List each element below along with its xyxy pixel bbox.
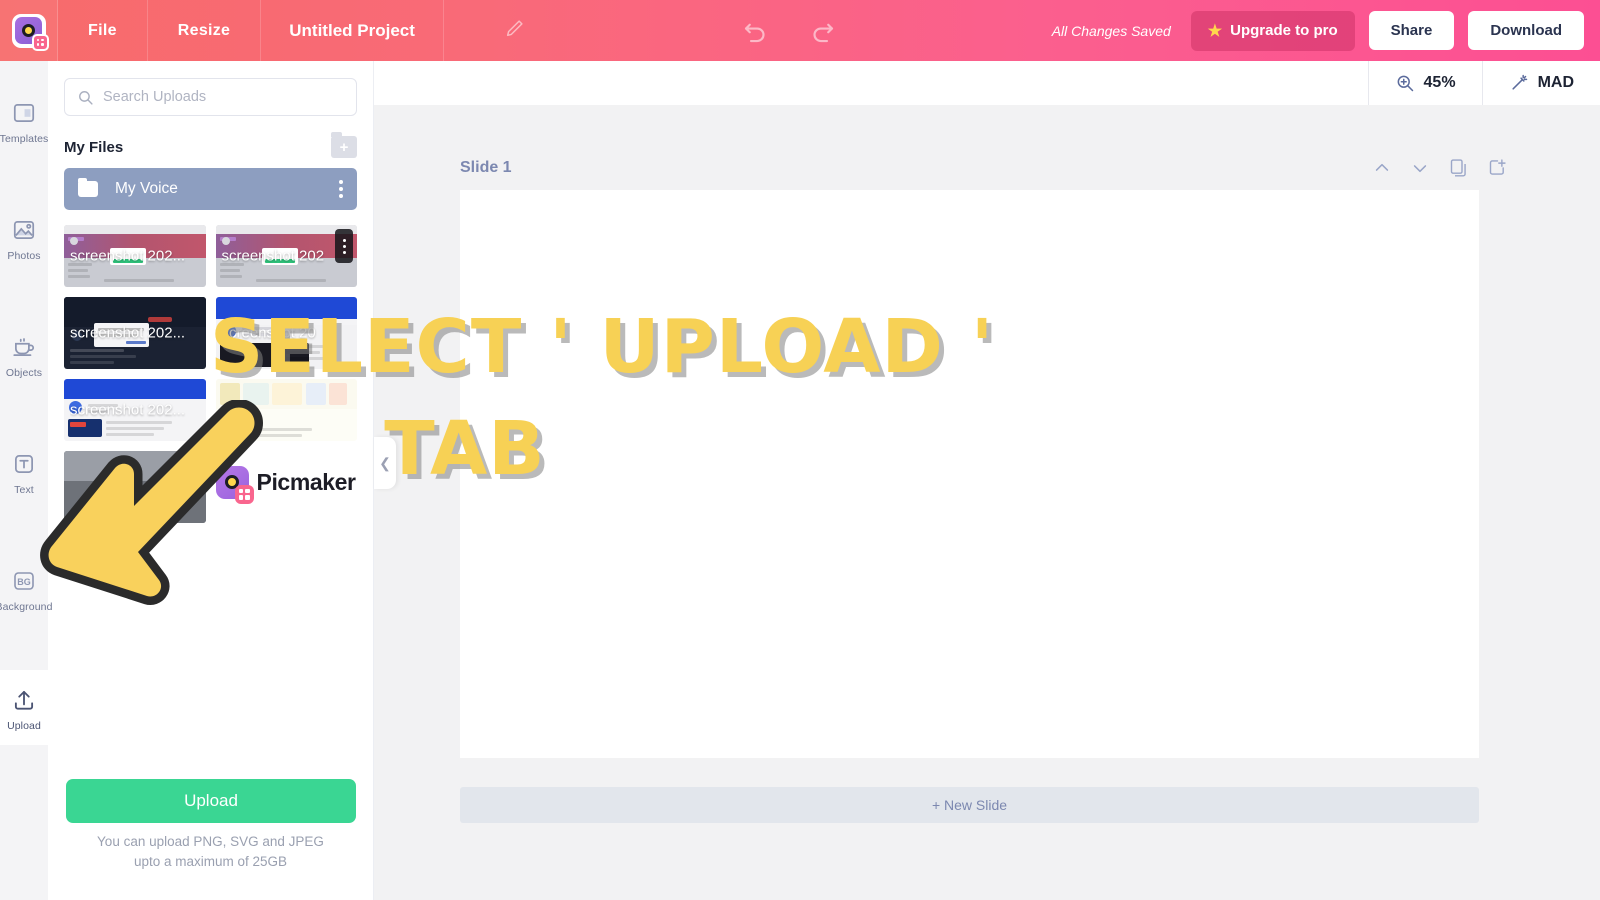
folder-my-voice[interactable]: My Voice <box>64 168 357 210</box>
undo-icon[interactable] <box>741 16 771 46</box>
upload-thumb-1[interactable]: screenshot 202... <box>64 225 206 287</box>
left-tool-rail: Templates Photos Objects Text BG Backgro… <box>0 61 52 900</box>
search-icon <box>79 90 93 105</box>
upload-thumb-1-title: screenshot 202... <box>70 247 186 265</box>
sidebar-item-text[interactable]: Text <box>0 434 48 509</box>
cup-icon <box>13 338 35 356</box>
duplicate-icon[interactable] <box>1448 157 1469 178</box>
pencil-icon[interactable] <box>504 17 526 44</box>
folder-icon <box>78 178 98 197</box>
my-files-header: My Files + <box>64 132 357 158</box>
upload-thumb-4[interactable]: screenshot 20 <box>215 297 357 369</box>
add-slide-icon[interactable] <box>1487 157 1508 178</box>
mad-label: MAD <box>1537 74 1574 91</box>
project-title-label: Untitled Project <box>289 20 415 40</box>
sidebar-item-templates-label: Templates <box>0 133 49 145</box>
slide-tools <box>1372 157 1508 178</box>
upload-thumb-2-title: screenshot 202 <box>221 247 325 265</box>
chevron-up-icon[interactable] <box>1372 158 1392 178</box>
sidebar-item-templates[interactable]: Templates <box>0 83 48 158</box>
upload-thumb-logo[interactable]: Picmaker <box>215 451 358 513</box>
sidebar-item-objects[interactable]: Objects <box>0 317 48 392</box>
share-button[interactable]: Share <box>1368 11 1455 50</box>
upload-button-label: Upload <box>184 791 238 810</box>
mad-button[interactable]: MAD <box>1481 61 1600 105</box>
sidebar-item-background-label: Background <box>0 601 53 613</box>
new-slide-label: + New Slide <box>931 797 1008 813</box>
project-title[interactable]: Untitled Project <box>261 0 444 61</box>
new-slide-button[interactable]: + New Slide <box>460 787 1479 823</box>
zoom-in-icon <box>1397 75 1413 92</box>
upload-thumb-5-title: screenshot 202... <box>70 401 186 419</box>
text-icon <box>15 455 33 473</box>
upload-thumb-3-title: screenshot 202... <box>70 324 186 342</box>
picmaker-logo <box>11 13 49 51</box>
sidebar-item-photos-label: Photos <box>7 250 41 262</box>
download-label: Download <box>1490 22 1562 39</box>
download-button[interactable]: Download <box>1468 11 1584 50</box>
redo-icon[interactable] <box>807 16 837 46</box>
picmaker-wordmark: Picmaker <box>256 468 357 495</box>
panel-collapse-handle[interactable]: ❮ <box>374 437 396 489</box>
sidebar-item-background[interactable]: BG Background <box>0 551 52 626</box>
upgrade-to-pro-button[interactable]: ★ Upgrade to pro <box>1190 10 1355 51</box>
upload-thumb-2[interactable]: screenshot 202 <box>215 225 357 287</box>
app-logo-button[interactable] <box>0 0 58 61</box>
upload-thumb-3[interactable]: screenshot 202... <box>64 297 206 369</box>
logo-grid-badge <box>31 33 49 51</box>
menu-file[interactable]: File <box>58 0 148 61</box>
zoom-control[interactable]: 45% <box>1367 61 1482 105</box>
chevron-left-icon: ❮ <box>379 454 391 471</box>
thumb-art <box>215 379 357 441</box>
sidebar-item-text-label: Text <box>14 484 34 496</box>
menu-resize[interactable]: Resize <box>148 0 262 61</box>
share-label: Share <box>1390 22 1433 39</box>
menu-resize-label: Resize <box>177 21 231 39</box>
svg-text:BG: BG <box>17 577 31 587</box>
logo-grid-badge <box>234 484 254 504</box>
templates-icon <box>13 104 35 122</box>
slide-label: Slide 1 <box>460 159 512 176</box>
thumb-art <box>64 451 206 523</box>
folder-my-voice-label: My Voice <box>115 180 178 197</box>
slide-canvas[interactable] <box>460 190 1479 758</box>
canvas-toolbar: 45% MAD <box>374 61 1600 105</box>
upload-icon <box>14 690 34 710</box>
upload-button[interactable]: Upload <box>66 779 356 823</box>
save-status: All Changes Saved <box>1051 22 1171 39</box>
upload-thumb-7[interactable] <box>64 451 206 523</box>
upload-thumb-5[interactable]: screenshot 202... <box>64 379 206 441</box>
canvas-workspace: Slide 1 + New Slide <box>374 105 1600 900</box>
photo-icon <box>13 221 35 239</box>
upgrade-label: Upgrade to pro <box>1230 22 1338 39</box>
new-folder-icon[interactable]: + <box>331 132 357 158</box>
upload-hint: You can upload PNG, SVG and JPEG upto a … <box>48 832 373 872</box>
zoom-level-label: 45% <box>1423 74 1456 91</box>
my-files-title: My Files <box>64 138 124 156</box>
star-icon: ★ <box>1207 22 1223 40</box>
upload-thumb-4-title: screenshot 20 <box>221 324 316 342</box>
chevron-down-icon[interactable] <box>1410 158 1430 178</box>
sidebar-item-photos[interactable]: Photos <box>0 200 48 275</box>
upload-hint-line1: You can upload PNG, SVG and JPEG <box>97 834 324 849</box>
magic-wand-icon <box>1511 74 1527 90</box>
search-uploads-wrapper[interactable] <box>64 78 357 116</box>
picmaker-logo-icon <box>215 465 254 504</box>
kebab-menu-icon[interactable] <box>339 180 343 198</box>
menu-file-label: File <box>88 21 117 39</box>
bg-icon: BG <box>14 572 34 590</box>
undo-redo-group <box>741 16 837 46</box>
upload-hint-line2: upto a maximum of 25GB <box>133 854 288 869</box>
sidebar-item-upload[interactable]: Upload <box>0 670 48 745</box>
upload-thumb-6[interactable] <box>215 379 357 441</box>
search-input[interactable] <box>103 89 344 105</box>
uploads-grid: screenshot 202... screenshot 202 screens… <box>64 225 357 523</box>
app-header: File Resize Untitled Project All Changes… <box>0 0 1600 61</box>
sidebar-item-upload-label: Upload <box>7 720 41 732</box>
uploads-panel: My Files + My Voice screenshot 202... <box>48 61 374 900</box>
sidebar-item-objects-label: Objects <box>5 367 43 379</box>
upload-thumb-2-menu[interactable] <box>335 229 353 263</box>
